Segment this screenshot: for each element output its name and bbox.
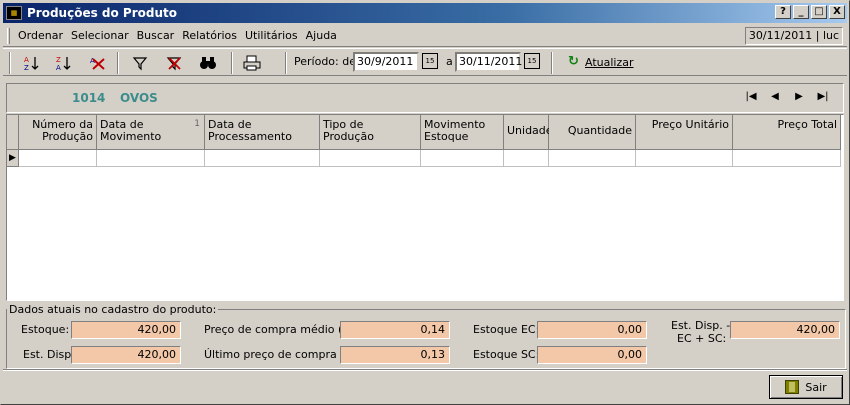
svg-text:A: A	[56, 64, 61, 71]
cell-unidade[interactable]	[504, 150, 549, 167]
est-disp-ec-sc-label-1: Est. Disp. -	[671, 319, 731, 332]
window-title: Produções do Produto	[27, 6, 177, 20]
toolbar-separator-2	[231, 52, 233, 74]
col-unidade[interactable]: Unidade	[504, 115, 553, 150]
date-to-input[interactable]: 30/11/2011	[455, 52, 522, 72]
sort-desc-icon[interactable]: ZA	[53, 53, 75, 73]
row-indicator: ▶	[7, 150, 19, 167]
estoque-ec-value: 0,00	[537, 321, 647, 339]
cell-quantidade[interactable]	[549, 150, 636, 167]
toolbar-separator-3	[285, 52, 287, 74]
table-row[interactable]: ▶	[7, 150, 841, 167]
toolbar-separator-1	[117, 52, 119, 74]
preco-medio-label: Preço de compra médio ($):	[204, 323, 358, 336]
toolbar: AZ ZA A Período: de 30/9/2011 15 a 30/11…	[3, 48, 847, 76]
est-disp-ec-sc-value: 420,00	[730, 321, 840, 339]
refresh-label: Atualizar	[585, 56, 634, 69]
col-quantidade[interactable]: Quantidade	[549, 115, 636, 150]
calendar-from-icon[interactable]: 15	[422, 53, 438, 69]
cell-tipo-producao[interactable]	[320, 150, 421, 167]
menu-selecionar[interactable]: Selecionar	[71, 29, 129, 42]
clear-sort-icon[interactable]: A	[87, 53, 109, 73]
calendar-to-icon[interactable]: 15	[524, 53, 540, 69]
a-label: a	[446, 55, 453, 68]
cell-data-processamento[interactable]	[205, 150, 320, 167]
product-info-legend: Dados atuais no cadastro do produto:	[7, 303, 219, 316]
col-data-movimento-label: Data de Movimento	[100, 118, 162, 143]
estoque-ec-label: Estoque EC:	[473, 323, 540, 336]
col-preco-total[interactable]: Preço Total	[733, 115, 841, 150]
menu-ajuda[interactable]: Ajuda	[306, 29, 337, 42]
close-button[interactable]: X	[829, 5, 845, 19]
product-header: 1014 OVOS |◀ ◀ ▶ ▶|	[6, 83, 844, 113]
binoculars-icon[interactable]	[197, 53, 219, 73]
nav-last-button[interactable]: ▶|	[811, 91, 835, 102]
col-tipo-producao[interactable]: Tipo de Produção	[320, 115, 421, 150]
menu-relatorios[interactable]: Relatórios	[182, 29, 237, 42]
cell-data-movimento[interactable]	[97, 150, 205, 167]
menu-buscar[interactable]: Buscar	[137, 29, 175, 42]
grid-corner	[7, 115, 19, 150]
product-name: OVOS	[120, 91, 158, 105]
estoque-label: Estoque:	[21, 323, 70, 336]
ultimo-preco-label: Último preço de compra ($):	[204, 348, 360, 361]
col-numero-producao[interactable]: Número da Produção	[19, 115, 97, 150]
cell-preco-total[interactable]	[733, 150, 841, 167]
menu-bar: Ordenar Selecionar Buscar Relatórios Uti…	[3, 25, 847, 47]
refresh-button[interactable]: ↻ Atualizar	[563, 51, 634, 73]
col-data-processamento[interactable]: Data de Processamento	[205, 115, 320, 150]
refresh-icon: ↻	[568, 54, 579, 69]
est-disp-label: Est. Disp:	[23, 348, 75, 361]
estoque-sc-value: 0,00	[537, 346, 647, 364]
nav-first-button[interactable]: |◀	[739, 91, 763, 102]
estoque-value: 420,00	[71, 321, 181, 339]
col-movimento-estoque[interactable]: Movimento Estoque	[421, 115, 504, 150]
date-from-input[interactable]: 30/9/2011	[353, 52, 419, 72]
svg-text:A: A	[24, 56, 29, 64]
main-window: ▦ Produções do Produto ? _ □ X Ordenar S…	[0, 0, 850, 405]
productions-grid[interactable]: Número da Produção Data de Movimento 1 D…	[6, 114, 844, 301]
print-icon[interactable]	[241, 53, 263, 73]
cell-preco-unitario[interactable]	[636, 150, 733, 167]
menu-ordenar[interactable]: Ordenar	[18, 29, 63, 42]
cell-movimento-estoque[interactable]	[421, 150, 504, 167]
exit-door-icon	[785, 380, 800, 394]
bottom-separator	[3, 369, 847, 371]
sort-asc-icon[interactable]: AZ	[21, 53, 43, 73]
nav-next-button[interactable]: ▶	[787, 91, 811, 102]
toolbar-grip	[9, 52, 11, 74]
maximize-button[interactable]: □	[811, 5, 827, 19]
col-data-movimento[interactable]: Data de Movimento 1	[97, 115, 205, 150]
cell-numero-producao[interactable]	[19, 150, 97, 167]
est-disp-ec-sc-label-2: EC + SC:	[677, 332, 727, 345]
product-code: 1014	[72, 91, 106, 105]
clear-filter-icon[interactable]	[163, 53, 185, 73]
menu-utilitarios[interactable]: Utilitários	[245, 29, 298, 42]
sort-index-badge: 1	[194, 119, 200, 129]
preco-medio-value: 0,14	[340, 321, 450, 339]
periodo-label: Período: de	[294, 55, 356, 68]
app-icon[interactable]: ▦	[6, 6, 22, 20]
minimize-button[interactable]: _	[793, 5, 809, 19]
title-bar[interactable]: ▦ Produções do Produto ? _ □ X	[3, 3, 847, 23]
sair-label: Sair	[805, 380, 827, 394]
sair-button[interactable]: Sair	[769, 375, 843, 399]
ultimo-preco-value: 0,13	[340, 346, 450, 364]
est-disp-value: 420,00	[71, 346, 181, 364]
svg-text:Z: Z	[24, 64, 29, 71]
help-button[interactable]: ?	[775, 5, 791, 19]
estoque-sc-label: Estoque SC:	[473, 348, 540, 361]
nav-prev-button[interactable]: ◀	[763, 91, 787, 102]
status-date-user: 30/11/2011 | luc	[745, 27, 843, 45]
col-preco-unitario[interactable]: Preço Unitário	[636, 115, 733, 150]
toolbar-separator-4	[551, 52, 553, 74]
svg-text:Z: Z	[56, 56, 61, 64]
filter-icon[interactable]	[129, 53, 151, 73]
menu-grip	[7, 27, 10, 44]
